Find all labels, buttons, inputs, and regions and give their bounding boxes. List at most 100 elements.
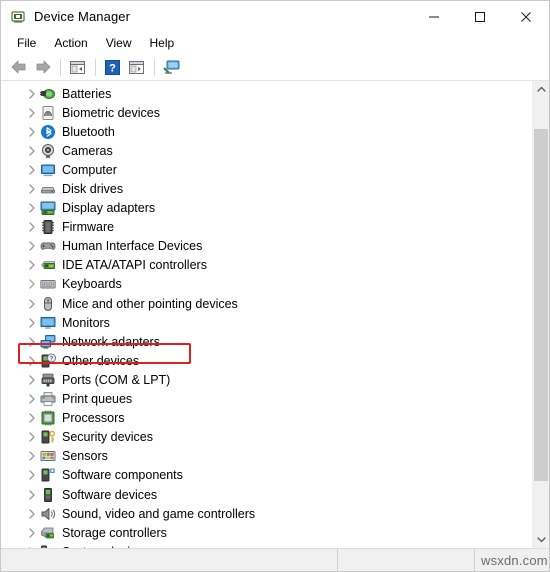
port-connector-icon [40, 372, 56, 388]
device-tree[interactable]: Batteries Biometric devices Bluetooth Ca… [1, 81, 532, 548]
chevron-right-icon[interactable] [26, 504, 38, 523]
chevron-right-icon[interactable] [26, 199, 38, 218]
tree-item-label: Human Interface Devices [62, 239, 203, 254]
tree-item-storage-controllers[interactable]: Storage controllers [1, 523, 532, 542]
tree-item-label: Computer [62, 162, 117, 177]
network-adapter-icon [40, 334, 56, 350]
tree-item-label: Mice and other pointing devices [62, 296, 238, 311]
menu-file[interactable]: File [8, 33, 45, 53]
chevron-right-icon[interactable] [26, 84, 38, 103]
device-manager-icon [10, 9, 26, 25]
chevron-right-icon[interactable] [26, 409, 38, 428]
battery-icon [40, 86, 56, 102]
separator-3 [154, 58, 155, 76]
back-arrow-icon[interactable] [7, 56, 30, 78]
tree-item-label: Display adapters [62, 201, 156, 216]
chevron-right-icon[interactable] [26, 370, 38, 389]
maximize-button[interactable] [457, 1, 503, 32]
tree-item-print-queues[interactable]: Print queues [1, 390, 532, 409]
processor-chip-icon [40, 410, 56, 426]
tree-item-ports[interactable]: Ports (COM & LPT) [1, 370, 532, 389]
title-bar: Device Manager [1, 1, 549, 32]
tree-item-label: Cameras [62, 143, 113, 158]
tree-item-sensors[interactable]: Sensors [1, 447, 532, 466]
tree-item-security-devices[interactable]: Security devices [1, 428, 532, 447]
tree-item-bluetooth[interactable]: Bluetooth [1, 122, 532, 141]
forward-arrow-icon[interactable] [31, 56, 54, 78]
device-manager-window: Device Manager File Action View Help ? B… [0, 0, 550, 572]
chevron-right-icon[interactable] [26, 141, 38, 160]
tree-item-label: Other devices [62, 353, 140, 368]
chevron-right-icon[interactable] [26, 103, 38, 122]
tree-item-display-adapters[interactable]: Display adapters [1, 199, 532, 218]
window-title: Device Manager [34, 9, 131, 24]
tree-item-disk-drives[interactable]: Disk drives [1, 179, 532, 198]
chevron-right-icon[interactable] [26, 160, 38, 179]
chevron-right-icon[interactable] [26, 275, 38, 294]
tree-item-label: Print queues [62, 392, 133, 407]
tree-item-cameras[interactable]: Cameras [1, 141, 532, 160]
properties-icon[interactable] [125, 56, 148, 78]
chevron-right-icon[interactable] [26, 485, 38, 504]
ide-controller-icon [40, 257, 56, 273]
menu-bar: File Action View Help [1, 32, 549, 54]
security-key-icon [40, 429, 56, 445]
chevron-right-icon[interactable] [26, 256, 38, 275]
menu-help[interactable]: Help [141, 33, 184, 53]
tree-item-software-components[interactable]: Software components [1, 466, 532, 485]
tree-item-label: Bluetooth [62, 124, 115, 139]
close-button[interactable] [503, 1, 549, 32]
chevron-right-icon[interactable] [26, 332, 38, 351]
tree-item-human-interface-devices[interactable]: Human Interface Devices [1, 237, 532, 256]
tree-item-label: Keyboards [62, 277, 122, 292]
tree-item-ide-ata-atapi-controllers[interactable]: IDE ATA/ATAPI controllers [1, 256, 532, 275]
chevron-right-icon[interactable] [26, 122, 38, 141]
scan-for-hardware-changes-icon[interactable] [160, 56, 183, 78]
chevron-right-icon[interactable] [26, 294, 38, 313]
tree-item-label: Security devices [62, 430, 154, 445]
tree-item-label: Monitors [62, 315, 110, 330]
tree-item-computer[interactable]: Computer [1, 160, 532, 179]
tree-item-sound-video-and-game-controllers[interactable]: Sound, video and game controllers [1, 504, 532, 523]
separator-2 [95, 58, 96, 76]
computer-icon [40, 162, 56, 178]
chevron-right-icon[interactable] [26, 218, 38, 237]
tree-item-label: Disk drives [62, 182, 124, 197]
tree-item-monitors[interactable]: Monitors [1, 313, 532, 332]
tree-item-keyboards[interactable]: Keyboards [1, 275, 532, 294]
tree-item-batteries[interactable]: Batteries [1, 84, 532, 103]
tree-item-label: IDE ATA/ATAPI controllers [62, 258, 207, 273]
menu-action[interactable]: Action [45, 33, 96, 53]
tree-item-software-devices[interactable]: Software devices [1, 485, 532, 504]
chevron-right-icon[interactable] [26, 313, 38, 332]
tree-item-firmware[interactable]: Firmware [1, 218, 532, 237]
firmware-chip-icon [40, 219, 56, 235]
vertical-scrollbar[interactable] [532, 81, 549, 548]
menu-view[interactable]: View [97, 33, 141, 53]
printer-icon [40, 391, 56, 407]
show-hide-console-tree-icon[interactable] [66, 56, 89, 78]
tree-item-label: Sound, video and game controllers [62, 506, 256, 521]
tree-item-network-adapters[interactable]: Network adapters [1, 332, 532, 351]
chevron-right-icon[interactable] [26, 447, 38, 466]
chevron-right-icon[interactable] [26, 428, 38, 447]
tree-item-other-devices[interactable]: ? Other devices [1, 351, 532, 370]
chevron-right-icon[interactable] [26, 180, 38, 199]
minimize-button[interactable] [411, 1, 457, 32]
scrollbar-thumb[interactable] [534, 129, 548, 481]
chevron-right-icon[interactable] [26, 237, 38, 256]
tree-item-processors[interactable]: Processors [1, 409, 532, 428]
toolbar: ? [1, 54, 549, 81]
tree-item-biometric-devices[interactable]: Biometric devices [1, 103, 532, 122]
help-icon[interactable]: ? [101, 56, 124, 78]
tree-item-mice-and-other-pointing-devices[interactable]: Mice and other pointing devices [1, 294, 532, 313]
status-bar: wsxdn.com [1, 548, 549, 571]
chevron-right-icon[interactable] [26, 523, 38, 542]
tree-item-label: Ports (COM & LPT) [62, 372, 171, 387]
chevron-right-icon[interactable] [26, 390, 38, 409]
chevron-right-icon[interactable] [26, 351, 38, 370]
scroll-up-arrow-icon[interactable] [533, 81, 549, 98]
scroll-down-arrow-icon[interactable] [533, 531, 549, 548]
fingerprint-icon [40, 105, 56, 121]
chevron-right-icon[interactable] [26, 466, 38, 485]
